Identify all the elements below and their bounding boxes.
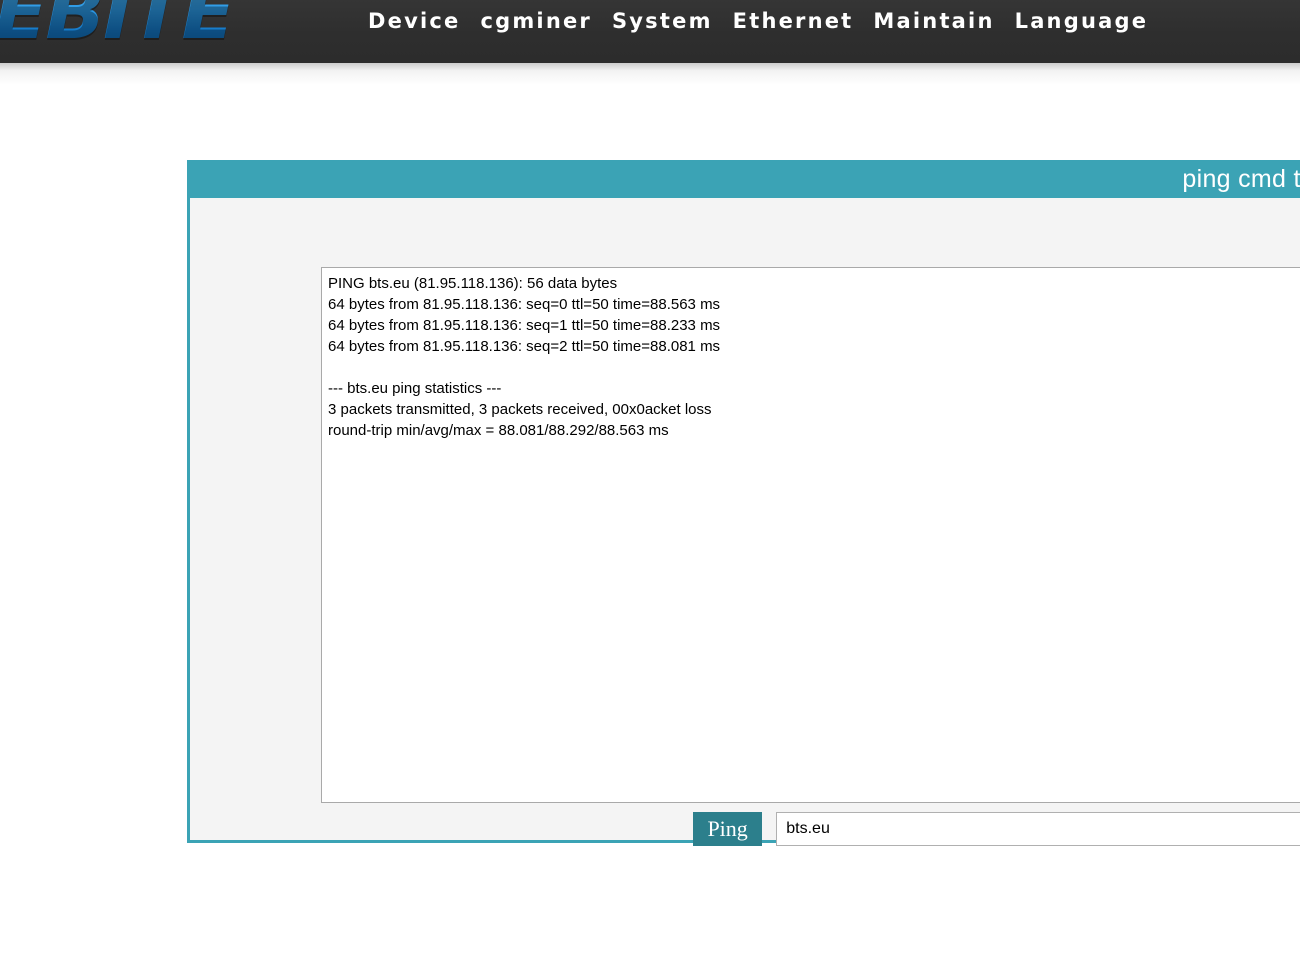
panel-header: ping cmd test: [190, 160, 1300, 198]
panel-body: PING bts.eu (81.95.118.136): 56 data byt…: [190, 198, 1300, 846]
nav-item-language[interactable]: Language: [1015, 0, 1149, 38]
nav-item-cgminer[interactable]: cgminer: [480, 0, 612, 38]
ping-button[interactable]: Ping: [693, 812, 763, 846]
top-navigation-bar: EBITE Device cgminer System Ethernet Mai…: [0, 0, 1300, 63]
brand-logo: EBITE: [0, 0, 235, 50]
nav-item-maintain[interactable]: Maintain: [873, 0, 1014, 38]
ping-panel: ping cmd test PING bts.eu (81.95.118.136…: [187, 160, 1300, 846]
nav-item-device[interactable]: Device: [368, 0, 480, 38]
nav-item-ethernet[interactable]: Ethernet: [733, 0, 874, 38]
ping-host-input[interactable]: [776, 812, 1300, 846]
header-shadow: [0, 63, 1300, 85]
nav-item-system[interactable]: System: [612, 0, 733, 38]
ping-command-bar: Ping: [190, 812, 1300, 854]
ping-output-textarea[interactable]: PING bts.eu (81.95.118.136): 56 data byt…: [321, 267, 1300, 803]
main-menu: Device cgminer System Ethernet Maintain …: [368, 0, 1148, 63]
page-title: ping cmd test: [1182, 164, 1300, 193]
